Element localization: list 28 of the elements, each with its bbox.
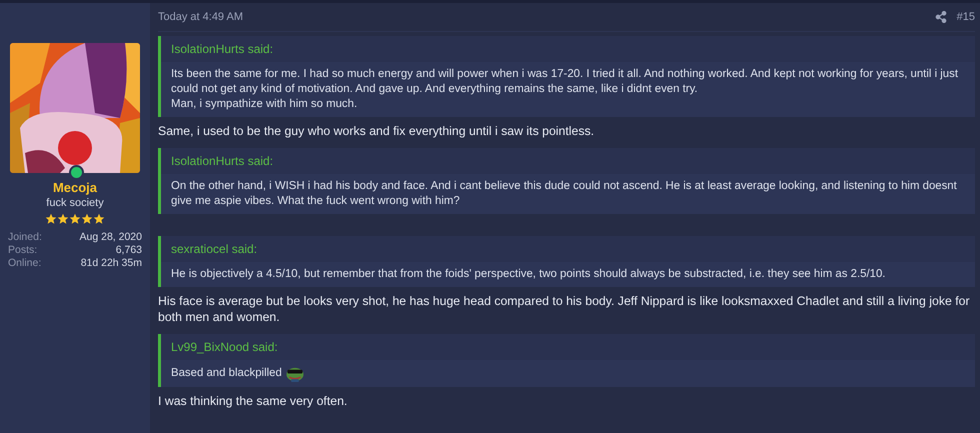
quote-author-link[interactable]: sexratiocel said: (161, 236, 975, 262)
stat-value: Aug 28, 2020 (80, 231, 142, 244)
username-link[interactable]: Mecoja (52, 180, 98, 195)
quote-text: Man, i sympathize with him so much. (171, 97, 358, 112)
post-text: I was thinking the same very often. (158, 393, 348, 409)
quote-author-link[interactable]: Lv99_BixNood said: (161, 334, 975, 360)
stat-label: Joined: (8, 231, 42, 244)
stat-label: Posts: (8, 244, 38, 257)
star-icon (57, 213, 69, 225)
post-text: Same, i used to be the guy who works and fix everything until i saw its pointless. (158, 123, 596, 139)
quote-text: On the other hand, i WISH i had his body and face. And i cant believe this dude could not ascend. He is at least average looking, and listening to him doesnt give me aspie vibes. What the fuck went wrong with him? (171, 179, 958, 209)
quote-text: He is objectively a 4.5/10, but remember that from the foids' perspective, two points should always be substracted, i.e. they see him as 2.5/10. (171, 267, 886, 282)
star-icon (81, 213, 93, 225)
stat-value: 6,763 (116, 244, 142, 257)
quote-text: Its been the same for me. I had so much energy and will power when i was 17-20. I tried it all. And nothing worked. And kept not working for years, until i just could not get any kind of motivation. And gave up. And everything remains the same, like i didnt even try. (171, 67, 959, 97)
user-title: fuck society (46, 197, 104, 209)
quote-author-link[interactable]: IsolationHurts said: (161, 36, 975, 62)
star-icon (69, 213, 81, 225)
quote-text: Based and blackpilled (171, 365, 965, 382)
post-number-link[interactable]: #15 (956, 11, 975, 23)
post-text: His face is average but be looks very shot, he has huge head compared to his body. Jeff Nippard is like looksmaxxed Chadlet and still a living joke for both men and women. (158, 293, 971, 325)
share-icon[interactable] (934, 11, 947, 23)
post-time[interactable]: Today at 4:49 AM (158, 11, 243, 23)
star-icon (93, 213, 105, 225)
stat-label: Online: (8, 257, 42, 270)
quote-author-link[interactable]: IsolationHurts said: (161, 148, 975, 174)
star-icon (45, 213, 57, 225)
stat-value: 81d 22h 35m (80, 257, 142, 270)
